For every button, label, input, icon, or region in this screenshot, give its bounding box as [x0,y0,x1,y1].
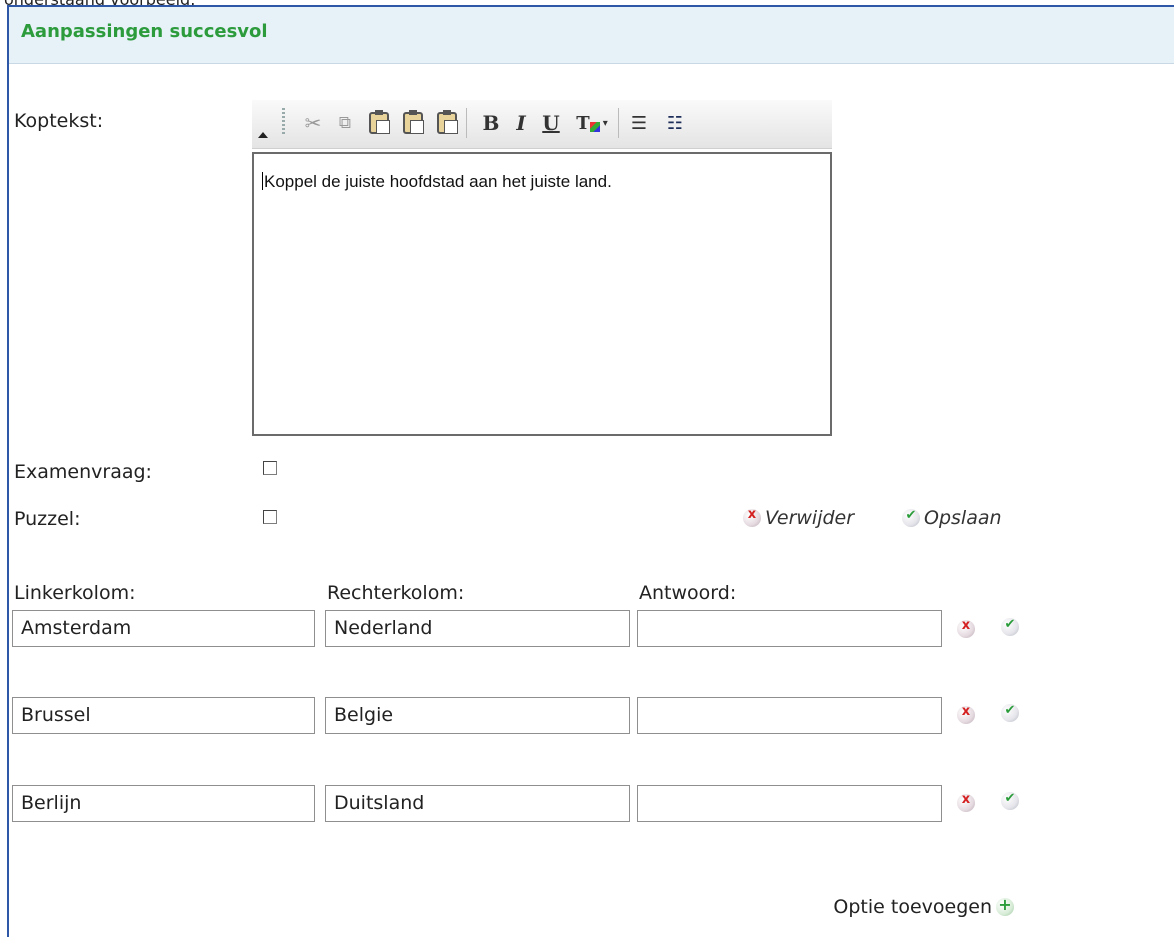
editor-toolbar: ✂ ⧉ B I U T ▾ ☰ ☷ [252,100,832,149]
delete-row-icon[interactable] [957,792,975,812]
underline-button[interactable]: U [538,110,564,136]
italic-button[interactable]: I [508,110,534,136]
answer-field[interactable] [637,785,942,822]
save-question-button[interactable]: Opslaan [902,507,1002,529]
add-option-label: Optie toevoegen [833,896,992,918]
delete-row-icon[interactable] [957,618,975,638]
unordered-list-icon[interactable]: ☷ [662,110,688,136]
save-row-icon[interactable] [1001,703,1019,722]
copy-icon[interactable]: ⧉ [332,110,358,136]
right-column-field[interactable]: Nederland [325,610,630,647]
save-row-icon[interactable] [1001,791,1019,810]
left-column-header: Linkerkolom: [14,582,136,604]
answer-field[interactable] [637,697,942,734]
left-column-field[interactable]: Berlijn [12,785,315,822]
right-column-field[interactable]: Duitsland [325,785,630,822]
success-message: Aanpassingen succesvol [21,21,268,42]
add-option-button[interactable]: Optie toevoegen [833,895,1014,918]
cut-icon[interactable]: ✂ [300,110,326,136]
answer-field[interactable] [637,610,942,647]
paste-icon[interactable] [366,110,392,136]
toolbar-separator [466,108,467,138]
page: onderstaand voorbeeld: Aanpassingen succ… [0,0,1174,937]
puzzel-label: Puzzel: [14,508,81,530]
save-row-icon[interactable] [1001,617,1019,636]
delete-icon [743,507,761,527]
text-color-icon[interactable]: T ▾ [570,110,614,136]
toolbar-separator [618,108,619,138]
editor-content-text: Koppel de juiste hoofdstad aan het juist… [264,172,612,191]
delete-label: Verwijder [765,507,855,529]
koptekst-label: Koptekst: [14,110,104,132]
delete-question-button[interactable]: Verwijder [743,507,854,529]
examenvraag-label: Examenvraag: [14,461,152,483]
toolbar-collapse-icon[interactable] [258,120,268,138]
rich-text-editor[interactable]: ✂ ⧉ B I U T ▾ ☰ ☷ Koppel de juiste hoofds… [252,100,832,436]
bold-button[interactable]: B [478,110,504,136]
save-label: Opslaan [924,507,1002,529]
delete-row-icon[interactable] [957,704,975,724]
right-column-header: Rechterkolom: [327,582,465,604]
left-column-field[interactable]: Amsterdam [12,610,315,647]
plus-icon [996,895,1014,916]
puzzel-checkbox[interactable] [263,510,277,524]
paste-word-icon[interactable] [434,110,460,136]
ordered-list-icon[interactable]: ☰ [626,110,652,136]
checkmark-icon [902,508,920,527]
panel-header: Aanpassingen succesvol [9,7,1174,64]
left-column-field[interactable]: Brussel [12,697,315,734]
right-column-field[interactable]: Belgie [325,697,630,734]
editor-content-area[interactable]: Koppel de juiste hoofdstad aan het juist… [252,152,832,436]
paste-text-icon[interactable] [400,110,426,136]
examenvraag-checkbox[interactable] [263,461,277,475]
text-caret [262,172,263,190]
answer-column-header: Antwoord: [639,582,737,604]
toolbar-grip-icon [282,108,285,136]
